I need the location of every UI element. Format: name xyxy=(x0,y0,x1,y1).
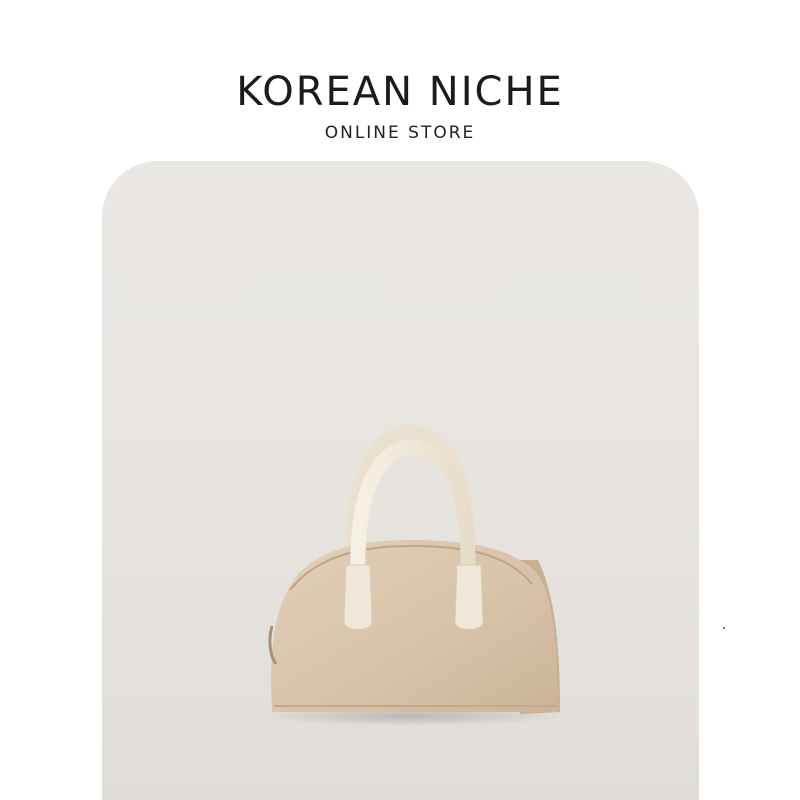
handle-tab-left xyxy=(343,564,373,630)
stray-dot xyxy=(723,627,725,629)
bag-body xyxy=(271,540,558,712)
product-handbag-image[interactable] xyxy=(0,0,800,800)
handle-tab-right xyxy=(454,564,484,630)
